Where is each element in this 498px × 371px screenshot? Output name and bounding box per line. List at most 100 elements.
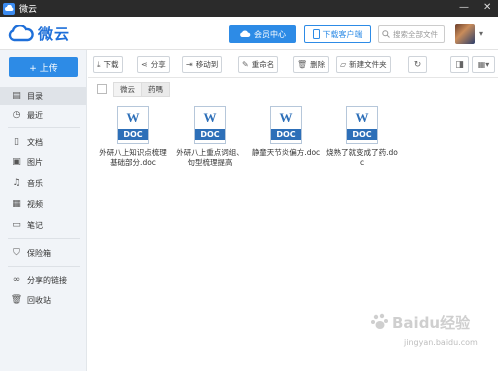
sidebar-item-label: 音乐 (27, 178, 43, 188)
paw-icon (371, 313, 388, 329)
search-placeholder: 搜索全部文件 (393, 29, 438, 39)
rename-label: 重命名 (251, 60, 275, 69)
download-client-label: 下载客户端 (322, 29, 363, 39)
phone-icon (312, 29, 320, 39)
sidebar-item-notes[interactable]: ▭ 笔记 (0, 216, 86, 234)
file-item[interactable]: W DOC 外研八上重点词组、句型梳理提高 (170, 106, 250, 168)
sidebar-item-images[interactable]: ▣ 图片 (0, 153, 86, 171)
sidebar-divider (8, 127, 80, 128)
sidebar-item-label: 目录 (27, 91, 43, 101)
doc-file-icon: W DOC (194, 106, 226, 144)
upload-button[interactable]: + 上传 (9, 57, 78, 77)
sidebar-item-safe[interactable]: ⛉ 保险箱 (0, 244, 86, 262)
file-name: 烧熟了就变成了药.doc (326, 148, 398, 167)
file-type-label: DOC (347, 129, 377, 140)
file-name: 外研八上重点词组、句型梳理提高 (176, 148, 244, 167)
sidebar-divider (8, 238, 80, 239)
new-folder-label: 新建文件夹 (349, 60, 387, 69)
link-icon: ∞ (12, 275, 21, 285)
avatar[interactable] (455, 24, 475, 44)
delete-label: 删除 (310, 60, 326, 69)
search-icon (382, 30, 390, 38)
doc-file-icon: W DOC (117, 106, 149, 144)
breadcrumb: 微云 药嗎 (88, 78, 498, 101)
sidebar-item-recycle-bin[interactable]: 🗑︎ 回收站 (0, 291, 86, 309)
breadcrumb-item-current[interactable]: 药嗎 (141, 82, 170, 97)
sidebar-item-label: 文档 (27, 137, 43, 147)
refresh-icon: ↻ (413, 59, 422, 70)
share-label: 分享 (150, 60, 166, 69)
file-type-label: DOC (118, 129, 148, 140)
file-item[interactable]: W DOC 外研八上知识点梳理基础部分.doc (93, 106, 173, 168)
sidebar-item-label: 分享的链接 (27, 275, 67, 285)
share-button[interactable]: ⋖ 分享 (137, 56, 170, 73)
file-name: 静童天节炎偏方.doc (251, 148, 321, 157)
music-icon: ♫ (12, 178, 21, 188)
breadcrumb-item-root[interactable]: 微云 (113, 82, 142, 97)
sidebar-divider (8, 266, 80, 267)
sidebar-item-documents[interactable]: ▯ 文档 (0, 133, 86, 151)
move-to-button[interactable]: ⇥ 移动到 (182, 56, 223, 73)
file-name: 外研八上知识点梳理基础部分.doc (99, 148, 167, 167)
download-icon: ⤓ (97, 59, 101, 69)
brand-name: 微云 (38, 25, 71, 43)
share-icon: ⋖ (141, 60, 148, 69)
refresh-button[interactable]: ↻ (408, 56, 427, 73)
note-icon: ▭ (12, 220, 21, 230)
watermark-url: jingyan.baidu.com (404, 338, 478, 347)
watermark: Baidu经验 jingyan.baidu.com (370, 312, 495, 362)
sidebar-item-label: 保险箱 (27, 248, 51, 258)
document-icon: ▯ (14, 137, 19, 147)
doc-file-icon: W DOC (346, 106, 378, 144)
sidebar-item-label: 图片 (27, 157, 43, 167)
directory-icon: ▤ (12, 91, 21, 101)
move-label: 移动到 (195, 60, 219, 69)
download-button[interactable]: ⤓ 下载 (93, 56, 123, 73)
search-input[interactable]: 搜索全部文件 (378, 25, 445, 43)
trash-icon: 🗑︎ (297, 60, 308, 69)
sidebar-item-directory[interactable]: ▤ 目录 (0, 87, 86, 105)
brand[interactable]: 微云 (8, 23, 70, 44)
download-label: 下载 (103, 60, 119, 69)
sidebar-item-label: 最近 (27, 110, 43, 120)
file-item[interactable]: W DOC 静童天节炎偏方.doc (246, 106, 326, 158)
sidebar-item-videos[interactable]: ▦ 视频 (0, 195, 86, 213)
sidebar-item-label: 笔记 (27, 220, 43, 230)
video-icon: ▦ (12, 199, 21, 209)
trash-icon: 🗑︎ (10, 295, 23, 305)
vip-center-button[interactable]: 会员中心 (229, 25, 296, 43)
select-all-checkbox[interactable] (97, 84, 107, 94)
vip-center-label: 会员中心 (254, 29, 286, 39)
rename-icon: ✎ (242, 60, 249, 69)
vip-icon (240, 30, 251, 37)
sidebar-item-label: 回收站 (27, 295, 51, 305)
cloud-logo-icon (8, 24, 34, 41)
close-button[interactable]: ✕ (483, 2, 491, 13)
window-title: 微云 (19, 5, 38, 15)
sidebar-item-recent[interactable]: ◷ 最近 (0, 106, 86, 124)
sidebar-item-shared-links[interactable]: ∞ 分享的链接 (0, 271, 86, 289)
sidebar: + 上传 ▤ 目录 ◷ 最近 ▯ 文档 ▣ 图片 ♫ 音乐 ▦ 视频 ▭ 笔记 … (0, 50, 87, 371)
sidebar-item-music[interactable]: ♫ 音乐 (0, 174, 86, 192)
download-client-button[interactable]: 下载客户端 (304, 25, 371, 43)
watermark-title: Baidu经验 (392, 314, 471, 332)
header: 微云 会员中心 下载客户端 搜索全部文件 ▾ (0, 17, 498, 50)
toolbar: ⤓ 下载 ⋖ 分享 ⇥ 移动到 ✎ 重命名 🗑︎ 删除 ▱ 新建文件夹 ↻ ◨ ▦▾ (88, 50, 498, 78)
file-item[interactable]: W DOC 烧熟了就变成了药.doc (322, 106, 402, 168)
panel-icon: ◨ (455, 59, 464, 70)
view-mode-button[interactable]: ▦▾ (472, 56, 495, 73)
app-logo-icon (3, 2, 15, 15)
image-icon: ▣ (12, 157, 21, 167)
file-type-label: DOC (195, 129, 225, 140)
rename-button[interactable]: ✎ 重命名 (238, 56, 279, 73)
sidebar-item-label: 视频 (27, 199, 43, 209)
title-bar: 微云 — ✕ (0, 0, 498, 17)
move-icon: ⇥ (186, 60, 193, 69)
shield-icon: ⛉ (13, 248, 20, 258)
minimize-button[interactable]: — (459, 2, 469, 13)
detail-panel-button[interactable]: ◨ (450, 56, 469, 73)
folder-icon: ▱ (340, 60, 347, 69)
new-folder-button[interactable]: ▱ 新建文件夹 (336, 56, 391, 73)
delete-button[interactable]: 🗑︎ 删除 (293, 56, 330, 73)
chevron-down-icon[interactable]: ▾ (479, 29, 483, 38)
